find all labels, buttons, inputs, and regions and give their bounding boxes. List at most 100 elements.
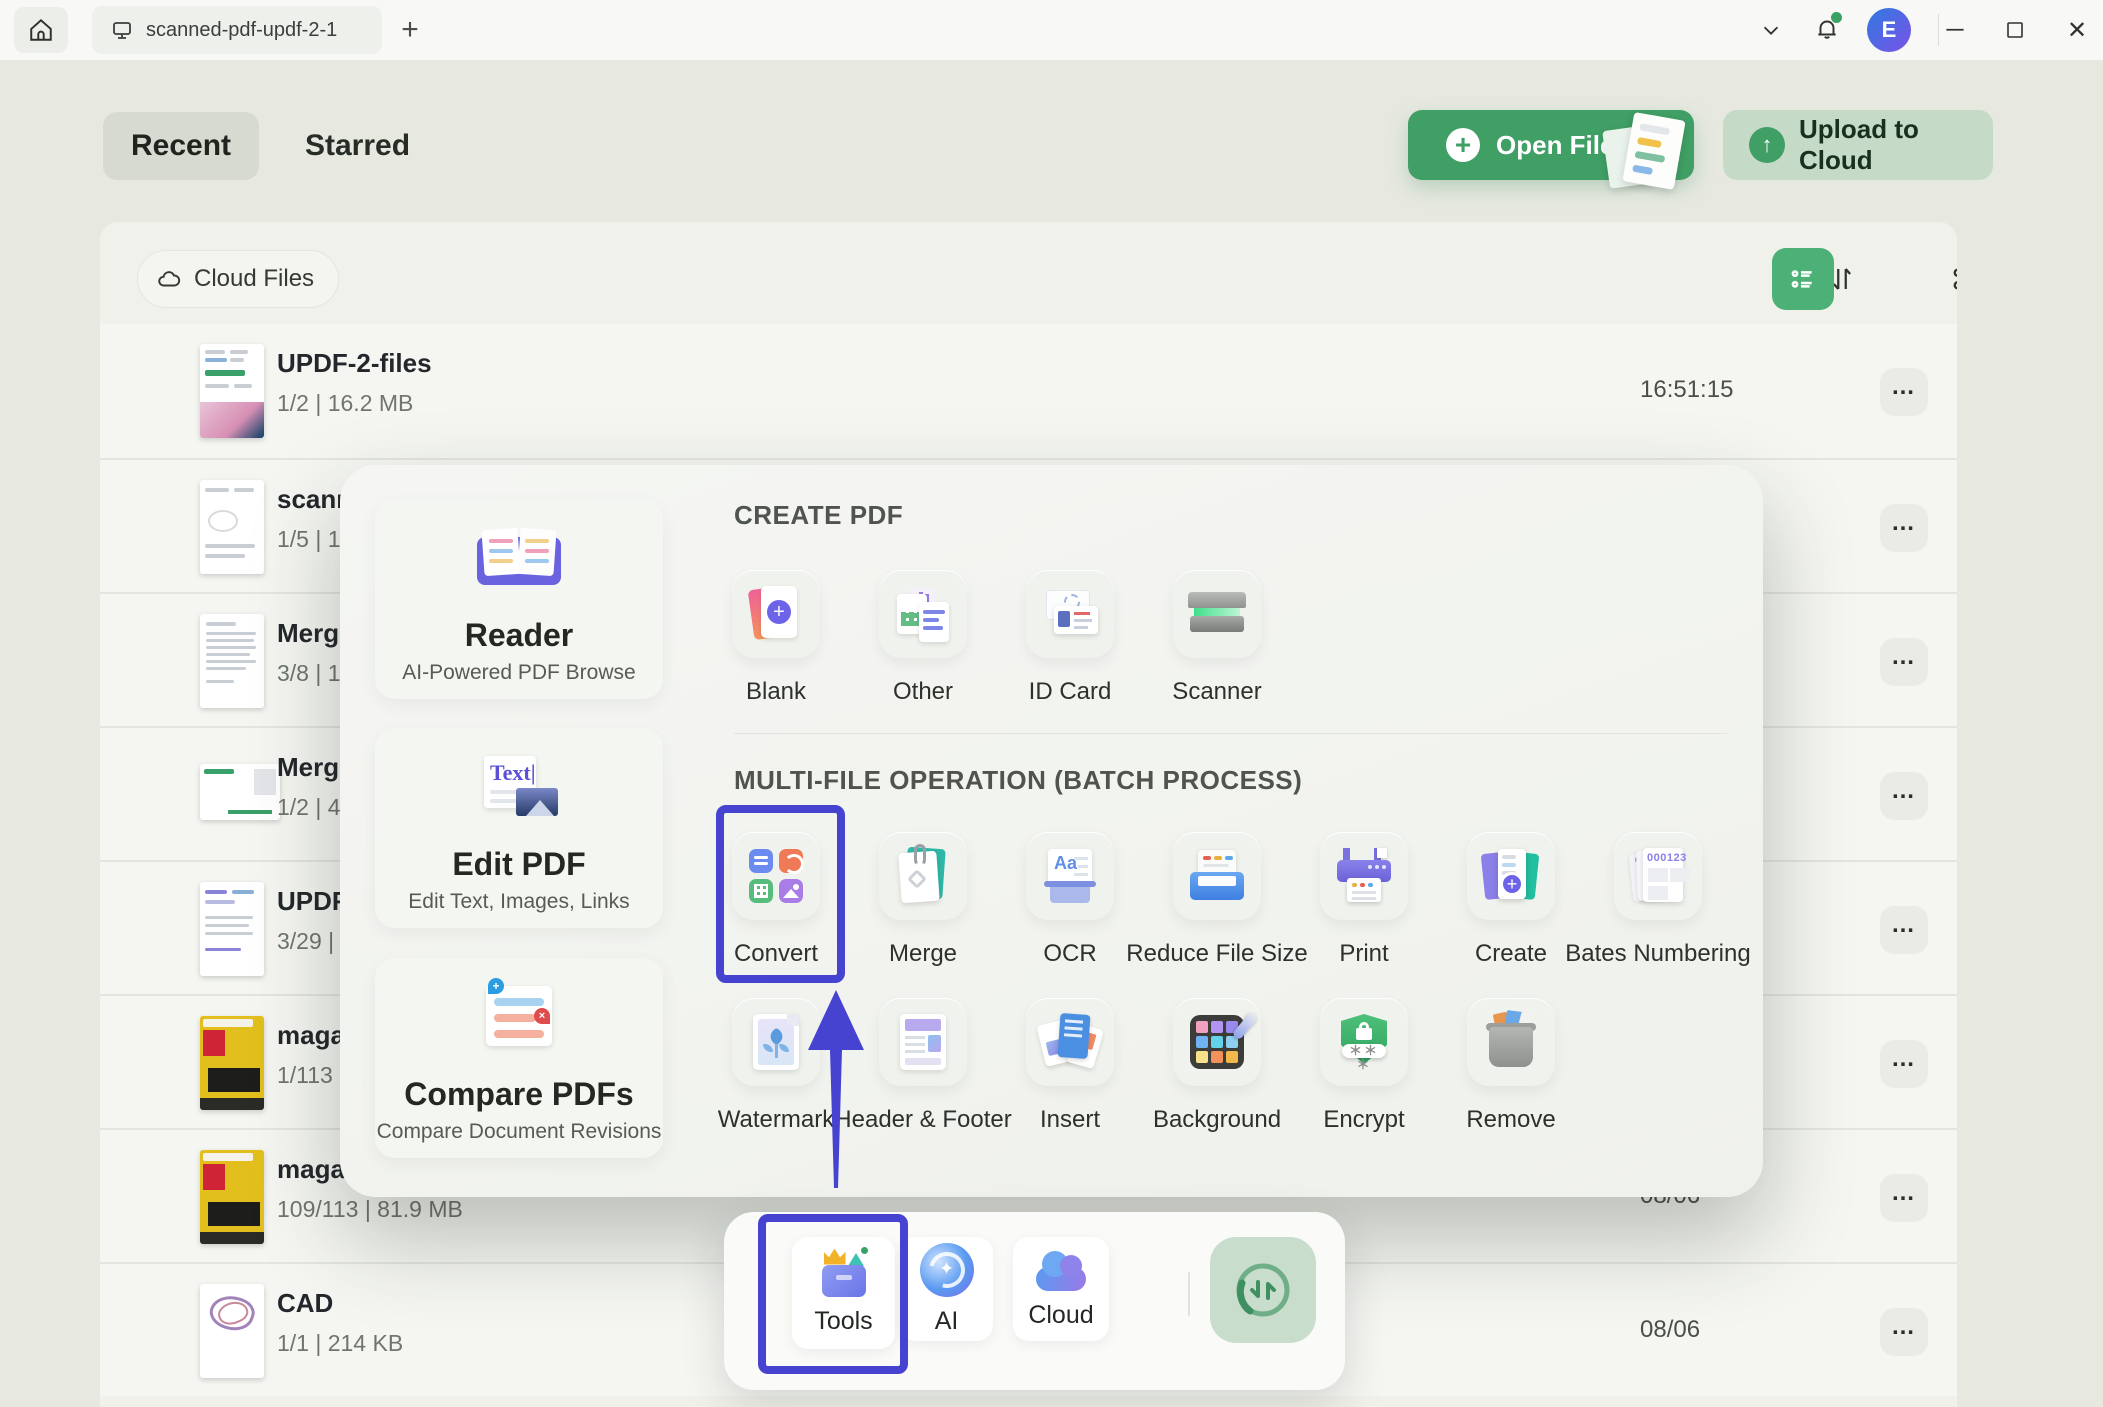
minimize-button[interactable]: ─ (1936, 12, 1974, 48)
row-more-button[interactable]: … (1880, 1174, 1928, 1222)
tool-other[interactable]: Other (879, 570, 1026, 720)
file-meta: 109/113 | 81.9 MB (277, 1196, 463, 1223)
open-file-label: Open File (1496, 130, 1614, 161)
grid-view-icon (1949, 264, 1957, 294)
merge-icon (898, 848, 948, 904)
print-icon (1337, 848, 1391, 904)
encrypt-icon: ＊＊＊ (1339, 1014, 1389, 1070)
tools-icon (818, 1251, 870, 1297)
reader-book-icon (477, 527, 561, 589)
remove-icon (1486, 1015, 1536, 1069)
cloud-icon (156, 266, 182, 292)
background-icon (1190, 1015, 1244, 1069)
file-time: 16:51:15 (1640, 376, 1733, 404)
ai-label: AI (935, 1307, 959, 1336)
bates-numbering-icon: 000123 (1631, 848, 1685, 904)
tab-starred[interactable]: Starred (305, 112, 410, 180)
tabs-dropdown-button[interactable] (1752, 12, 1790, 48)
reduce-file-size-icon (1190, 850, 1244, 902)
file-thumbnail (200, 1016, 264, 1110)
file-name: UPDF-2-files (277, 348, 432, 379)
edit-pdf-title: Edit PDF (375, 846, 663, 883)
close-button[interactable]: ✕ (2058, 12, 2096, 48)
row-more-button[interactable]: … (1880, 906, 1928, 954)
compare-pdfs-card[interactable]: + × Compare PDFs Compare Document Revisi… (375, 958, 663, 1158)
document-tab[interactable]: scanned-pdf-updf-2-1 (92, 6, 382, 54)
create-pdf-section-title: CREATE PDF (734, 500, 903, 531)
row-more-button[interactable]: … (1880, 772, 1928, 820)
grid-view-button[interactable] (1940, 255, 1957, 303)
create-icon: + (1483, 849, 1539, 903)
toolbar-divider (1188, 1272, 1190, 1316)
file-thumbnail (200, 480, 264, 574)
tool-header-footer[interactable]: Header & Footer (879, 998, 1026, 1148)
tool-id-card[interactable]: ID Card (1026, 570, 1173, 720)
tool-remove[interactable]: Remove (1467, 998, 1614, 1148)
cloud-files-label: Cloud Files (194, 265, 314, 293)
row-more-button[interactable]: … (1880, 368, 1928, 416)
tools-button[interactable]: Tools (792, 1237, 895, 1349)
tool-bates-numbering[interactable]: 000123 Bates Numbering (1614, 832, 1761, 982)
sync-icon (1228, 1255, 1298, 1325)
file-meta: 1/2 | 16.2 MB (277, 390, 413, 417)
file-name: CAD (277, 1288, 333, 1319)
title-bar: scanned-pdf-updf-2-1 + E ─ ✕ (0, 0, 2103, 60)
edit-pdf-subtitle: Edit Text, Images, Links (375, 890, 663, 914)
batch-tools-row-1: Convert Merge Aa OCR Reduce File Size (732, 832, 1761, 982)
tool-reduce-file-size[interactable]: Reduce File Size (1173, 832, 1320, 982)
other-files-icon (895, 586, 951, 642)
notifications-button[interactable] (1808, 12, 1846, 48)
file-thumbnail (200, 1150, 264, 1244)
tool-blank[interactable]: + Blank (732, 570, 879, 720)
file-thumbnail (200, 882, 264, 976)
row-more-button[interactable]: … (1880, 504, 1928, 552)
file-meta: 1/1 | 214 KB (277, 1330, 403, 1357)
tool-encrypt[interactable]: ＊＊＊ Encrypt (1320, 998, 1467, 1148)
convert-icon (749, 849, 803, 903)
tool-background[interactable]: Background (1173, 998, 1320, 1148)
reader-card[interactable]: Reader AI-Powered PDF Browse (375, 499, 663, 699)
open-file-button[interactable]: + Open File (1408, 110, 1694, 180)
minimize-icon: ─ (1946, 16, 1963, 44)
cloud-tab-icon (1030, 1249, 1092, 1291)
file-row[interactable]: UPDF-2-files 1/2 | 16.2 MB 16:51:15 … (100, 324, 1957, 458)
row-more-button[interactable]: … (1880, 1040, 1928, 1088)
plus-icon: + (1446, 128, 1480, 162)
pointer-arrow (790, 980, 890, 1195)
ai-button[interactable]: ✦ AI (900, 1237, 993, 1341)
maximize-icon (2005, 20, 2025, 40)
cloud-button[interactable]: Cloud (1013, 1237, 1109, 1341)
edit-pdf-card[interactable]: Text| Edit PDF Edit Text, Images, Links (375, 728, 663, 928)
new-tab-button[interactable]: + (392, 12, 428, 48)
papers-illustration (1602, 114, 1692, 190)
list-view-icon (1787, 263, 1819, 295)
edit-pdf-icon: Text| (480, 756, 558, 816)
tool-convert[interactable]: Convert (732, 832, 879, 982)
row-more-button[interactable]: … (1880, 1308, 1928, 1356)
tool-print[interactable]: Print (1320, 832, 1467, 982)
tools-popup: Reader AI-Powered PDF Browse Text| Edit … (340, 465, 1763, 1197)
ai-icon: ✦ (920, 1243, 974, 1297)
tool-merge[interactable]: Merge (879, 832, 1026, 982)
sync-button[interactable] (1210, 1237, 1316, 1343)
file-time: 08/06 (1640, 1316, 1700, 1344)
cloud-files-button[interactable]: Cloud Files (137, 250, 339, 308)
list-view-button[interactable] (1772, 248, 1834, 310)
avatar[interactable]: E (1867, 8, 1911, 52)
tool-insert[interactable]: Insert (1026, 998, 1173, 1148)
tab-recent[interactable]: Recent (103, 112, 259, 180)
row-more-button[interactable]: … (1880, 638, 1928, 686)
ocr-icon: Aa (1044, 849, 1096, 903)
home-button[interactable] (14, 7, 68, 53)
tab-title: scanned-pdf-updf-2-1 (146, 19, 337, 42)
file-thumbnail (200, 1284, 264, 1378)
upload-to-cloud-button[interactable]: ↑ Upload to Cloud (1723, 110, 1993, 180)
bottom-toolbar: Tools ✦ AI Cloud (724, 1212, 1345, 1390)
tool-scanner[interactable]: Scanner (1173, 570, 1320, 720)
maximize-button[interactable] (1996, 12, 2034, 48)
upload-label: Upload to Cloud (1799, 114, 1993, 176)
file-thumbnail (200, 764, 280, 820)
scanner-icon (1188, 592, 1246, 636)
header-footer-icon (900, 1014, 946, 1070)
id-card-icon (1042, 590, 1098, 638)
